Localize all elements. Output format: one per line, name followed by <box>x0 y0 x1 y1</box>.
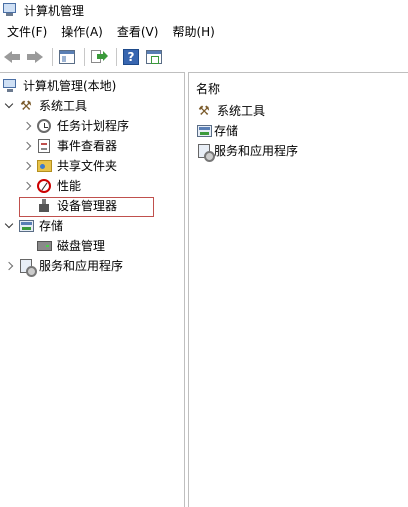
list-item[interactable]: 服务和应用程序 <box>196 141 299 162</box>
tree-item-label: 磁盘管理 <box>57 239 106 253</box>
arrow-right-icon <box>27 51 43 63</box>
toolbar: ? <box>0 44 408 70</box>
toolbar-separator <box>84 48 85 66</box>
list-item[interactable]: 存储 <box>196 121 238 141</box>
tree-item-root[interactable]: 计算机管理(本地) <box>2 76 116 96</box>
tree-item-services-apps[interactable]: 服务和应用程序 <box>4 256 124 277</box>
title-bar: 计算机管理 <box>0 0 408 20</box>
chevron-down-icon[interactable] <box>4 101 14 111</box>
tools-icon: ⚒ <box>20 98 32 114</box>
tree-item-label: 系统工具 <box>39 99 88 113</box>
properties-button[interactable] <box>144 47 164 67</box>
computer-management-icon <box>2 3 18 17</box>
list-item-label: 系统工具 <box>217 104 266 118</box>
tree-item-device-manager[interactable]: 设备管理器 <box>22 196 117 216</box>
export-list-button[interactable] <box>89 47 109 67</box>
chevron-right-icon[interactable] <box>22 161 32 171</box>
help-icon: ? <box>123 49 139 65</box>
disk-icon <box>36 238 52 254</box>
services-icon <box>196 143 215 162</box>
toolbar-separator <box>116 48 117 66</box>
list-item-label: 存储 <box>214 124 239 138</box>
export-list-icon <box>91 50 108 64</box>
window-title: 计算机管理 <box>24 3 85 18</box>
chevron-right-icon[interactable] <box>22 121 32 131</box>
services-icon <box>18 258 37 277</box>
list-item[interactable]: ⚒ 系统工具 <box>196 101 265 121</box>
chevron-right-icon[interactable] <box>22 181 32 191</box>
chevron-right-icon[interactable] <box>22 141 32 151</box>
tree-item-label: 设备管理器 <box>57 199 118 213</box>
chevron-right-icon[interactable] <box>4 261 14 271</box>
menu-help[interactable]: 帮助(H) <box>165 22 221 42</box>
tree-item-label: 共享文件夹 <box>57 159 118 173</box>
properties-window-icon <box>146 50 162 64</box>
tree-item-storage[interactable]: 存储 <box>4 216 63 236</box>
list-item-label: 服务和应用程序 <box>214 144 299 158</box>
help-button[interactable]: ? <box>121 47 141 67</box>
tree-item-system-tools[interactable]: ⚒ 系统工具 <box>4 96 87 116</box>
tree-item-label: 服务和应用程序 <box>39 259 124 273</box>
console-tree-icon <box>59 50 75 64</box>
forward-button[interactable] <box>25 47 45 67</box>
computer-management-icon <box>2 78 18 94</box>
toolbar-separator <box>52 48 53 66</box>
tree-item-shared-folders[interactable]: 共享文件夹 <box>22 156 117 176</box>
storage-icon <box>18 218 34 234</box>
arrow-left-icon <box>4 51 20 63</box>
shared-folder-icon <box>36 158 52 174</box>
back-button[interactable] <box>2 47 22 67</box>
tree-item-performance[interactable]: 性能 <box>22 176 81 196</box>
tree-item-disk-management[interactable]: 磁盘管理 <box>22 236 105 256</box>
menu-action[interactable]: 操作(A) <box>54 22 110 42</box>
show-hide-console-tree-button[interactable] <box>57 47 77 67</box>
tree-item-event-viewer[interactable]: 事件查看器 <box>22 136 117 156</box>
tree-item-label: 性能 <box>57 179 82 193</box>
event-log-icon <box>36 138 52 154</box>
menu-file[interactable]: 文件(F) <box>0 22 54 42</box>
chevron-down-icon[interactable] <box>4 221 14 231</box>
menu-view[interactable]: 查看(V) <box>110 22 166 42</box>
column-header-name[interactable]: 名称 <box>196 80 220 97</box>
menu-bar: 文件(F) 操作(A) 查看(V) 帮助(H) <box>0 22 222 42</box>
tools-icon: ⚒ <box>198 103 210 119</box>
clock-icon <box>36 118 52 134</box>
performance-icon <box>36 178 52 194</box>
device-manager-icon <box>36 198 52 214</box>
tree-item-label: 任务计划程序 <box>57 119 130 133</box>
tree-item-label: 存储 <box>39 219 64 233</box>
tree-item-label: 计算机管理(本地) <box>23 79 117 93</box>
tree-item-label: 事件查看器 <box>57 139 118 153</box>
tree-item-task-scheduler[interactable]: 任务计划程序 <box>22 116 129 136</box>
storage-icon <box>196 123 212 139</box>
